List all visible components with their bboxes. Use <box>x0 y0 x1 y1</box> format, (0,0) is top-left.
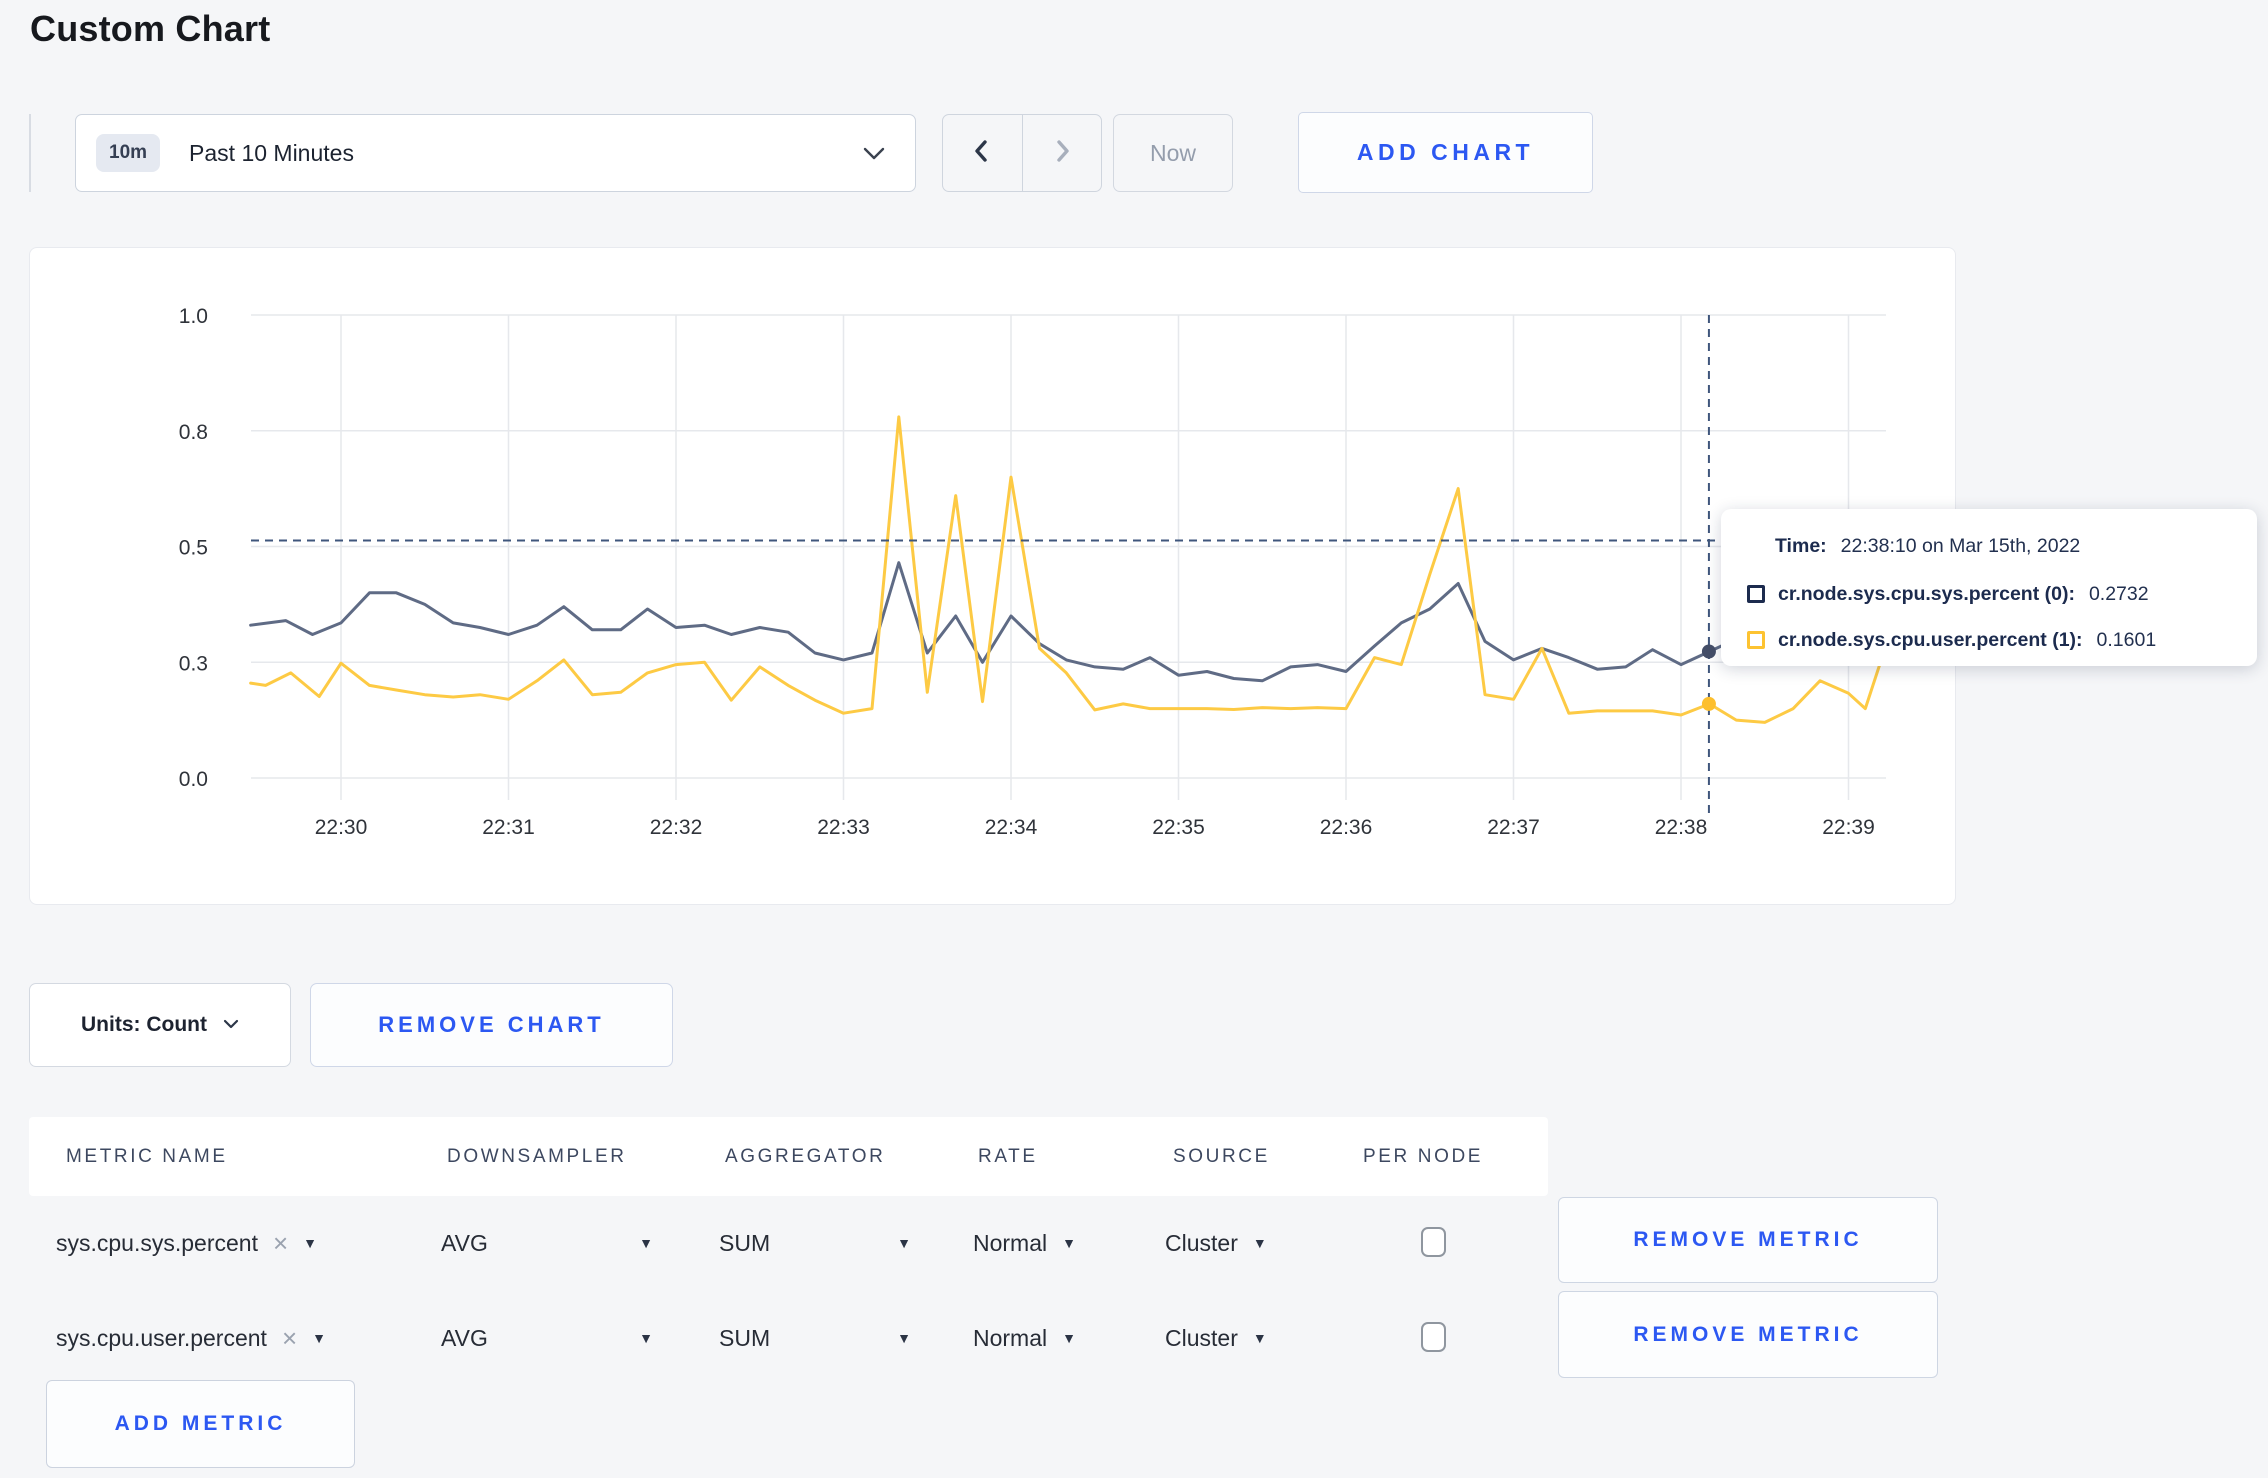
column-header-per-node: PER NODE <box>1363 1145 1484 1167</box>
downsampler-dropdown[interactable]: AVG ▼ <box>441 1291 653 1385</box>
page-title: Custom Chart <box>30 8 271 49</box>
caret-down-icon: ▼ <box>303 1235 318 1251</box>
tooltip-time-label: Time: <box>1775 534 1827 557</box>
svg-text:0.5: 0.5 <box>179 537 208 560</box>
column-header-rate: RATE <box>978 1145 1038 1167</box>
svg-text:0.3: 0.3 <box>179 652 208 675</box>
caret-down-icon: ▼ <box>312 1330 326 1346</box>
svg-text:22:33: 22:33 <box>817 816 870 839</box>
svg-text:0.8: 0.8 <box>179 421 208 444</box>
time-nav-group <box>942 114 1102 192</box>
column-header-aggregator: AGGREGATOR <box>725 1145 886 1167</box>
downsampler-value: AVG <box>441 1229 488 1256</box>
timeseries-chart[interactable]: 0.0 0.3 0.5 0.8 1.0 22:30 22:31 22:32 22:33 22:34… <box>30 248 1954 903</box>
svg-text:22:38: 22:38 <box>1655 816 1708 839</box>
source-value: Cluster <box>1165 1324 1238 1351</box>
chevron-down-icon <box>863 147 885 160</box>
column-header-metric-name: METRIC NAME <box>66 1145 228 1167</box>
remove-metric-button[interactable]: REMOVE METRIC <box>1558 1197 1938 1283</box>
chevron-down-icon <box>223 1016 239 1034</box>
caret-down-icon: ▼ <box>639 1235 653 1251</box>
svg-text:0.0: 0.0 <box>179 768 208 791</box>
tooltip-series-value: 0.2732 <box>2088 582 2149 605</box>
per-node-checkbox[interactable] <box>1421 1227 1446 1257</box>
metric-name-dropdown[interactable]: sys.cpu.user.percent × ▼ <box>56 1291 326 1385</box>
svg-text:22:32: 22:32 <box>650 816 703 839</box>
caret-down-icon: ▼ <box>1252 1330 1267 1346</box>
time-back-button[interactable] <box>943 115 1022 191</box>
tooltip-series-name: cr.node.sys.cpu.user.percent (1): <box>1778 628 2083 651</box>
caret-down-icon: ▼ <box>897 1235 911 1251</box>
table-row: sys.cpu.sys.percent × ▼ AVG ▼ SUM ▼ Norm… <box>0 1196 2268 1290</box>
svg-text:22:34: 22:34 <box>985 816 1038 839</box>
svg-text:22:35: 22:35 <box>1152 816 1205 839</box>
remove-chart-button[interactable]: REMOVE CHART <box>310 983 673 1067</box>
add-metric-button[interactable]: ADD METRIC <box>46 1380 355 1468</box>
metrics-table-header: METRIC NAME DOWNSAMPLER AGGREGATOR RATE … <box>29 1117 1548 1196</box>
tooltip-series-row: cr.node.sys.cpu.sys.percent (0): 0.2732 <box>1747 581 2149 607</box>
units-label: Units: Count <box>81 1013 207 1036</box>
time-range-label: Past 10 Minutes <box>189 139 354 166</box>
tooltip-series-row: cr.node.sys.cpu.user.percent (1): 0.1601 <box>1747 627 2156 653</box>
tooltip-series-swatch <box>1747 631 1765 649</box>
remove-metric-button[interactable]: REMOVE METRIC <box>1558 1291 1938 1378</box>
close-icon[interactable]: × <box>282 1323 297 1354</box>
now-button[interactable]: Now <box>1113 114 1233 192</box>
svg-text:22:31: 22:31 <box>482 816 535 839</box>
svg-text:22:39: 22:39 <box>1822 816 1875 839</box>
caret-down-icon: ▼ <box>1062 1235 1076 1251</box>
tooltip-time-value: 22:38:10 on Mar 15th, 2022 <box>1840 534 2081 557</box>
table-row: sys.cpu.user.percent × ▼ AVG ▼ SUM ▼ Nor… <box>0 1291 2268 1385</box>
tooltip-series-swatch <box>1747 585 1765 603</box>
aggregator-dropdown[interactable]: SUM ▼ <box>719 1196 911 1290</box>
source-dropdown[interactable]: Cluster ▼ <box>1165 1291 1267 1385</box>
time-forward-button[interactable] <box>1021 115 1102 191</box>
time-range-badge: 10m <box>96 134 161 172</box>
caret-down-icon: ▼ <box>639 1330 653 1346</box>
rate-value: Normal <box>973 1229 1048 1256</box>
chevron-right-icon <box>1050 138 1074 169</box>
tooltip-time-row: Time: 22:38:10 on Mar 15th, 2022 <box>1775 533 2080 559</box>
source-value: Cluster <box>1165 1229 1238 1256</box>
rate-value: Normal <box>973 1324 1048 1351</box>
caret-down-icon: ▼ <box>1252 1235 1267 1251</box>
tooltip-series-name: cr.node.sys.cpu.sys.percent (0): <box>1778 582 2075 605</box>
rate-dropdown[interactable]: Normal ▼ <box>973 1291 1076 1385</box>
source-dropdown[interactable]: Cluster ▼ <box>1165 1196 1267 1290</box>
caret-down-icon: ▼ <box>897 1330 911 1346</box>
downsampler-dropdown[interactable]: AVG ▼ <box>441 1196 653 1290</box>
chart-card: 0.0 0.3 0.5 0.8 1.0 22:30 22:31 22:32 22:33 22:34… <box>29 247 1956 905</box>
aggregator-value: SUM <box>719 1229 771 1256</box>
add-chart-button[interactable]: ADD CHART <box>1298 112 1593 193</box>
column-header-source: SOURCE <box>1173 1145 1270 1167</box>
metric-name-value: sys.cpu.user.percent <box>56 1324 267 1351</box>
downsampler-value: AVG <box>441 1324 488 1351</box>
aggregator-dropdown[interactable]: SUM ▼ <box>719 1291 911 1385</box>
rate-dropdown[interactable]: Normal ▼ <box>973 1196 1076 1290</box>
metric-name-dropdown[interactable]: sys.cpu.sys.percent × ▼ <box>56 1196 317 1290</box>
svg-text:22:37: 22:37 <box>1487 816 1540 839</box>
time-range-select[interactable]: 10m Past 10 Minutes <box>75 114 916 192</box>
svg-text:22:30: 22:30 <box>315 816 368 839</box>
svg-text:22:36: 22:36 <box>1320 816 1373 839</box>
per-node-checkbox[interactable] <box>1421 1322 1446 1352</box>
units-select[interactable]: Units: Count <box>29 983 291 1067</box>
tooltip-series-value: 0.1601 <box>2096 628 2157 651</box>
metric-name-value: sys.cpu.sys.percent <box>56 1229 258 1256</box>
chevron-left-icon <box>970 138 994 169</box>
caret-down-icon: ▼ <box>1062 1330 1076 1346</box>
svg-text:1.0: 1.0 <box>179 305 208 328</box>
custom-chart-page: Custom Chart 10m Past 10 Minutes Now ADD… <box>0 0 2268 1478</box>
toolbar-divider <box>29 114 31 192</box>
column-header-downsampler: DOWNSAMPLER <box>447 1145 627 1167</box>
aggregator-value: SUM <box>719 1324 771 1351</box>
chart-tooltip: Time: 22:38:10 on Mar 15th, 2022 cr.node… <box>1721 509 2257 666</box>
close-icon[interactable]: × <box>273 1228 288 1259</box>
